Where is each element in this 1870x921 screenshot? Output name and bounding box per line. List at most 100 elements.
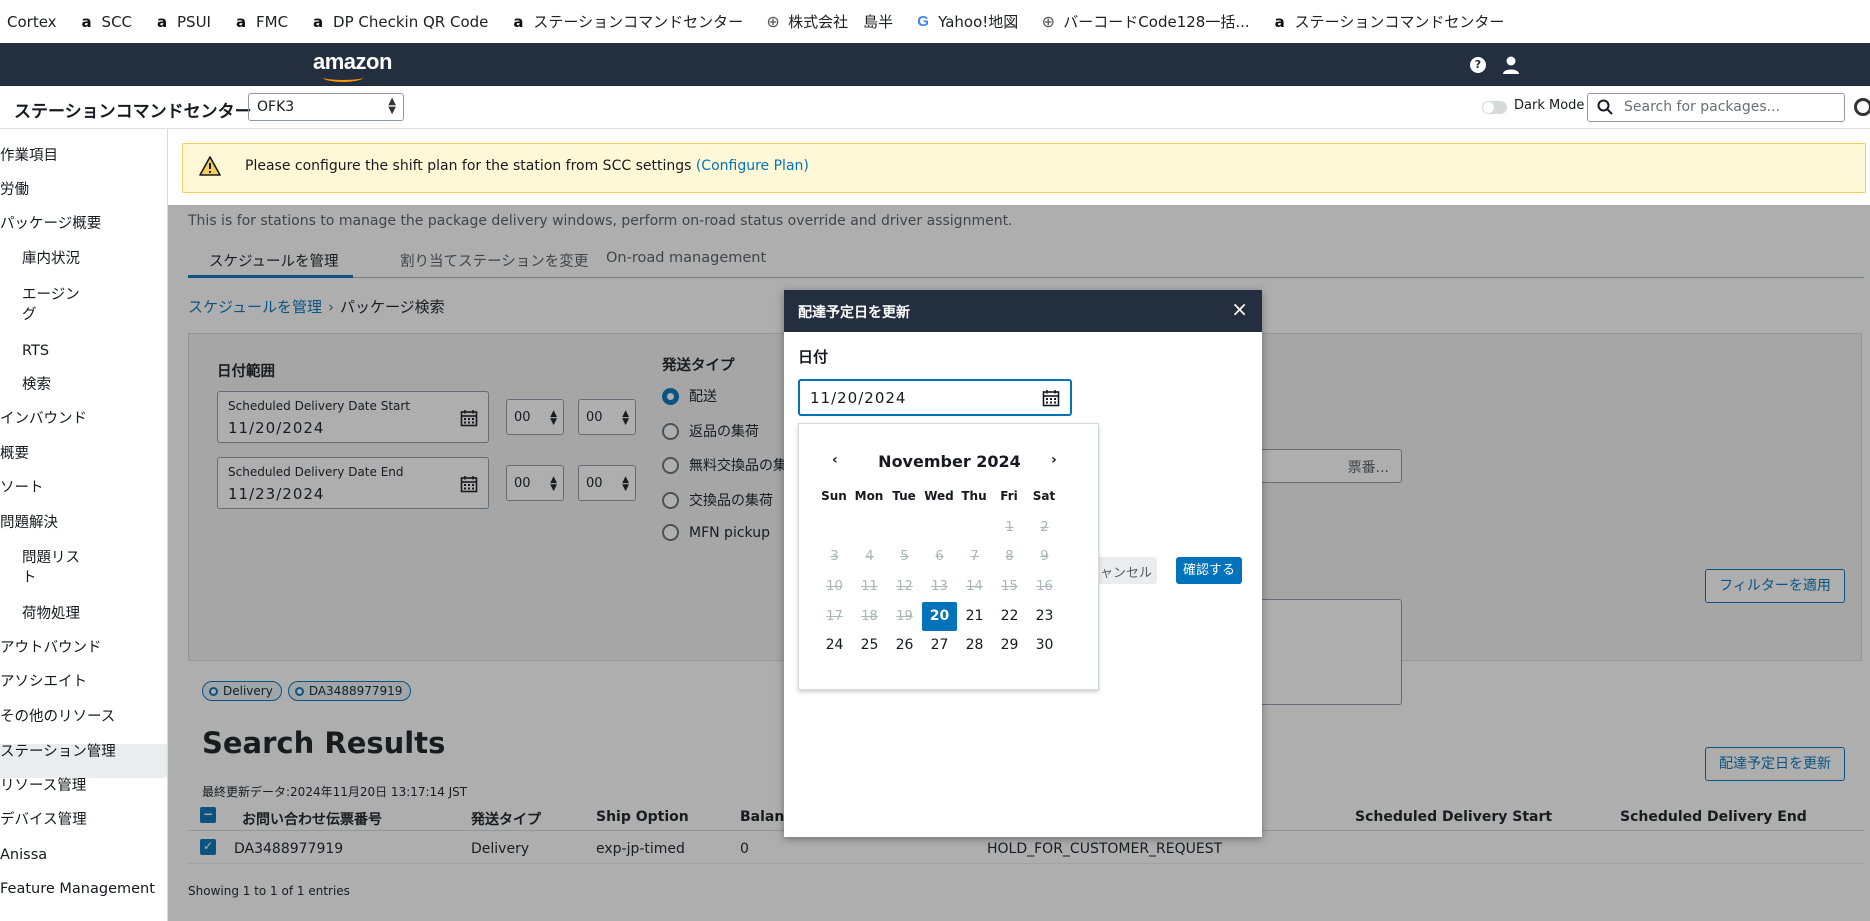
modal-header: 配達予定日を更新 × bbox=[784, 290, 1262, 332]
amazon-logo[interactable]: amazon bbox=[313, 49, 392, 75]
warning-message: Please configure the shift plan for the … bbox=[245, 158, 696, 174]
search-placeholder: Search for packages... bbox=[1624, 99, 1780, 115]
bookmark-label: PSUI bbox=[177, 12, 211, 31]
bookmark-label: バーコードCode128一括... bbox=[1063, 13, 1250, 31]
globe-icon: ⊕ bbox=[1041, 12, 1055, 31]
warning-text: Please configure the shift plan for the … bbox=[245, 158, 809, 174]
sidebar-item[interactable]: その他のリソース bbox=[0, 707, 115, 727]
calendar-day: 8 bbox=[1005, 549, 1014, 564]
calendar-day: 5 bbox=[900, 549, 909, 564]
calendar-day: 12 bbox=[896, 579, 913, 594]
bookmark-label: Cortex bbox=[7, 12, 57, 31]
sidebar-item[interactable]: RTS bbox=[22, 341, 49, 361]
bookmark-item[interactable]: Cortex bbox=[0, 13, 57, 31]
amazon-smile-icon bbox=[323, 73, 363, 82]
sidebar-item[interactable]: 概要 bbox=[0, 444, 29, 464]
amazon-top-bar: amazon ? bbox=[0, 43, 1870, 86]
calendar-day: 7 bbox=[970, 549, 979, 564]
delivery-date-input[interactable]: 11/20/2024 bbox=[798, 379, 1072, 416]
calendar-day: 13 bbox=[931, 579, 948, 594]
bookmark-item[interactable]: a SCC bbox=[79, 13, 132, 31]
calendar-day[interactable]: 27 bbox=[922, 631, 957, 660]
sidebar-item[interactable]: パッケージ概要 bbox=[0, 214, 101, 234]
calendar-day: 4 bbox=[865, 549, 874, 564]
amazon-icon: a bbox=[235, 12, 247, 31]
sidebar-item[interactable]: 検索 bbox=[22, 375, 51, 395]
calendar-day: 16 bbox=[1036, 579, 1053, 594]
bookmarks-bar: Cortex a SCC a PSUI a FMC a DP Checkin QR Code a ス… bbox=[0, 0, 1870, 43]
app-header: ステーションコマンドセンター OFK3 ▲ ▼ Dark Mode Search … bbox=[0, 86, 1870, 129]
package-search-input[interactable]: Search for packages... bbox=[1587, 93, 1845, 122]
configure-plan-link[interactable]: (Configure Plan) bbox=[696, 158, 809, 174]
sidebar-item[interactable]: Feature Management bbox=[0, 879, 155, 899]
amazon-icon: a bbox=[156, 12, 168, 31]
bookmark-item[interactable]: a ステーションコマンドセンター bbox=[510, 11, 743, 32]
calendar-day: 6 bbox=[935, 549, 944, 564]
bookmark-label: DP Checkin QR Code bbox=[333, 12, 489, 31]
amazon-icon: a bbox=[1274, 12, 1285, 31]
calendar-day-selected[interactable]: 20 bbox=[922, 602, 957, 631]
sidebar-item[interactable]: 作業項目 bbox=[0, 146, 58, 166]
sidebar-item[interactable]: インバウンド bbox=[0, 409, 87, 429]
sidebar-item[interactable]: ステーション管理 bbox=[0, 742, 116, 762]
calendar-day[interactable]: 23 bbox=[1027, 602, 1062, 631]
calendar-day[interactable]: 24 bbox=[817, 631, 852, 660]
user-icon[interactable] bbox=[1502, 55, 1520, 75]
modal-title: 配達予定日を更新 bbox=[798, 305, 910, 321]
calendar-day[interactable]: 28 bbox=[957, 631, 992, 660]
bookmark-item[interactable]: a ステーションコマンドセンター bbox=[1272, 11, 1505, 32]
bookmark-item[interactable]: ⊕ バーコードCode128一括... bbox=[1040, 11, 1250, 32]
calendar-day: 10 bbox=[826, 579, 843, 594]
chevron-left-icon[interactable]: ‹ bbox=[832, 452, 838, 468]
confirm-button[interactable]: 確認する bbox=[1176, 557, 1242, 584]
sidebar-item[interactable]: アウトバウンド bbox=[0, 638, 102, 658]
station-select[interactable]: OFK3 ▲ ▼ bbox=[248, 93, 404, 121]
dark-mode-toggle[interactable] bbox=[1482, 101, 1507, 114]
delivery-date-value: 11/20/2024 bbox=[810, 389, 907, 407]
date-picker-calendar: November 2024 ‹ › Sun Mon Tue Wed Thu Fri Sat 1… bbox=[798, 423, 1099, 690]
updown-caret-icon: ▲ ▼ bbox=[388, 96, 396, 116]
calendar-day: 11 bbox=[861, 579, 878, 594]
bookmark-item[interactable]: ⊕ 株式会社 島半 bbox=[765, 11, 893, 32]
bookmark-label: ステーションコマンドセンター bbox=[1294, 13, 1505, 31]
app-title: ステーションコマンドセンター bbox=[14, 102, 252, 122]
warning-icon bbox=[199, 156, 221, 176]
calendar-day: 18 bbox=[861, 609, 878, 624]
sidebar-item[interactable]: エージン グ bbox=[22, 285, 80, 325]
date-field-label: 日付 bbox=[798, 348, 829, 366]
sidebar-item[interactable]: ソート bbox=[0, 478, 44, 498]
sidebar-item[interactable]: リソース管理 bbox=[0, 776, 86, 796]
calendar-day: 1 bbox=[1005, 520, 1014, 535]
bookmark-item[interactable]: a DP Checkin QR Code bbox=[310, 13, 488, 31]
sidebar-item[interactable]: Anissa bbox=[0, 845, 47, 865]
calendar-icon[interactable] bbox=[1042, 389, 1060, 407]
sidebar-item[interactable]: デバイス管理 bbox=[0, 810, 87, 830]
bookmark-item[interactable]: a PSUI bbox=[154, 13, 211, 31]
calendar-day: 2 bbox=[1040, 520, 1049, 535]
calendar-day[interactable]: 29 bbox=[992, 631, 1027, 660]
bookmark-label: 株式会社 島半 bbox=[788, 13, 894, 31]
help-icon[interactable]: ? bbox=[1470, 57, 1486, 73]
bookmark-item[interactable]: a FMC bbox=[233, 13, 288, 31]
sidebar-item[interactable]: 庫内状況 bbox=[22, 249, 80, 269]
calendar-day[interactable]: 30 bbox=[1027, 631, 1062, 660]
chevron-right-icon[interactable]: › bbox=[1051, 452, 1057, 468]
calendar-day[interactable]: 22 bbox=[992, 602, 1027, 631]
sidebar-item[interactable]: 労働 bbox=[0, 180, 29, 200]
bookmark-label: SCC bbox=[101, 12, 133, 31]
weekday-label: Thu bbox=[961, 489, 987, 503]
close-icon[interactable]: × bbox=[1231, 299, 1248, 319]
sidebar-item[interactable]: 問題リス ト bbox=[22, 548, 80, 588]
calendar-day[interactable]: 26 bbox=[887, 631, 922, 660]
gear-icon[interactable] bbox=[1854, 98, 1870, 116]
amazon-icon: a bbox=[312, 12, 324, 31]
sidebar-item[interactable]: アソシエイト bbox=[0, 672, 87, 692]
calendar-day[interactable]: 21 bbox=[957, 602, 992, 631]
sidebar-item[interactable]: 荷物処理 bbox=[22, 604, 80, 624]
calendar-day: 17 bbox=[826, 609, 843, 624]
shift-plan-warning: Please configure the shift plan for the … bbox=[182, 143, 1866, 193]
sidebar-item[interactable]: 問題解決 bbox=[0, 513, 58, 533]
calendar-day[interactable]: 25 bbox=[852, 631, 887, 660]
bookmark-label: FMC bbox=[256, 12, 289, 31]
bookmark-item[interactable]: G Yahoo!地図 bbox=[915, 11, 1018, 32]
